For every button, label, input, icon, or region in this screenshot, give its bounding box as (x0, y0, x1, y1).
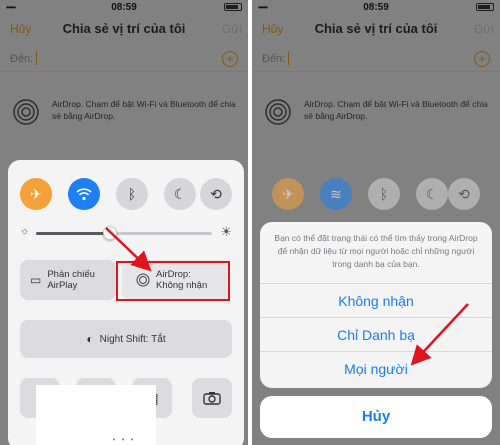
right-screen: ••••• 08:59 Hủy Chia sẻ vị trí của tôi G… (252, 0, 500, 445)
sun-small-icon: ☼ (20, 226, 30, 237)
airdrop-highlight-box (116, 261, 230, 301)
page-dots: • • • (112, 435, 136, 444)
option-contacts-only[interactable]: Chỉ Danh bạ (260, 318, 492, 352)
airplay-mirroring-button[interactable]: ▭ Phản chiếu AirPlay (20, 260, 116, 300)
wifi-icon: ≋ (320, 178, 352, 210)
slider-track (36, 226, 212, 240)
slider-fill (36, 232, 110, 235)
airplane-icon[interactable]: ✈ (20, 178, 52, 210)
moon-icon[interactable]: ☾ (164, 178, 196, 210)
rotation-lock-icon[interactable]: ⟲ (200, 178, 232, 210)
slider-knob[interactable] (102, 226, 117, 240)
night-shift-icon: ◐ (86, 332, 94, 346)
night-shift-button[interactable]: ◐ Night Shift: Tắt (20, 320, 232, 358)
wifi-icon[interactable] (68, 178, 100, 210)
toggle-row: ✈ ᛒ ☾ ⟲ (20, 178, 232, 210)
bluetooth-icon: ᛒ (368, 178, 400, 210)
night-shift-label: Night Shift: Tắt (99, 333, 166, 345)
airdrop-action-sheet: Bạn có thể đặt trạng thái có thể tìm thấ… (260, 222, 492, 388)
airplay-label: Phản chiếu AirPlay (47, 269, 95, 291)
airplay-icon: ▭ (30, 273, 42, 287)
option-everyone[interactable]: Mọi người (260, 352, 492, 386)
sun-large-icon: ☀ (220, 224, 232, 239)
left-screen: ••••• 08:59 Hủy Chia sẻ vị trí của tôi G… (0, 0, 248, 445)
brightness-slider[interactable]: ☼ ☀ (20, 224, 232, 240)
camera-icon[interactable] (192, 378, 232, 418)
rotation-lock-icon: ⟲ (448, 178, 480, 210)
sheet-message: Bạn có thể đặt trạng thái có thể tìm thấ… (260, 222, 492, 284)
moon-icon: ☾ (416, 178, 448, 210)
bluetooth-icon[interactable]: ᛒ (116, 178, 148, 210)
airplane-icon: ✈ (272, 178, 304, 210)
option-receiving-off[interactable]: Không nhận (260, 284, 492, 318)
toggle-row-background: ✈ ≋ ᛒ ☾ ⟲ (272, 178, 480, 210)
sheet-cancel-button[interactable]: Hủy (260, 396, 492, 438)
airplay-label-line2: AirPlay (47, 280, 78, 291)
airplay-label-line1: Phản chiếu (47, 269, 95, 280)
